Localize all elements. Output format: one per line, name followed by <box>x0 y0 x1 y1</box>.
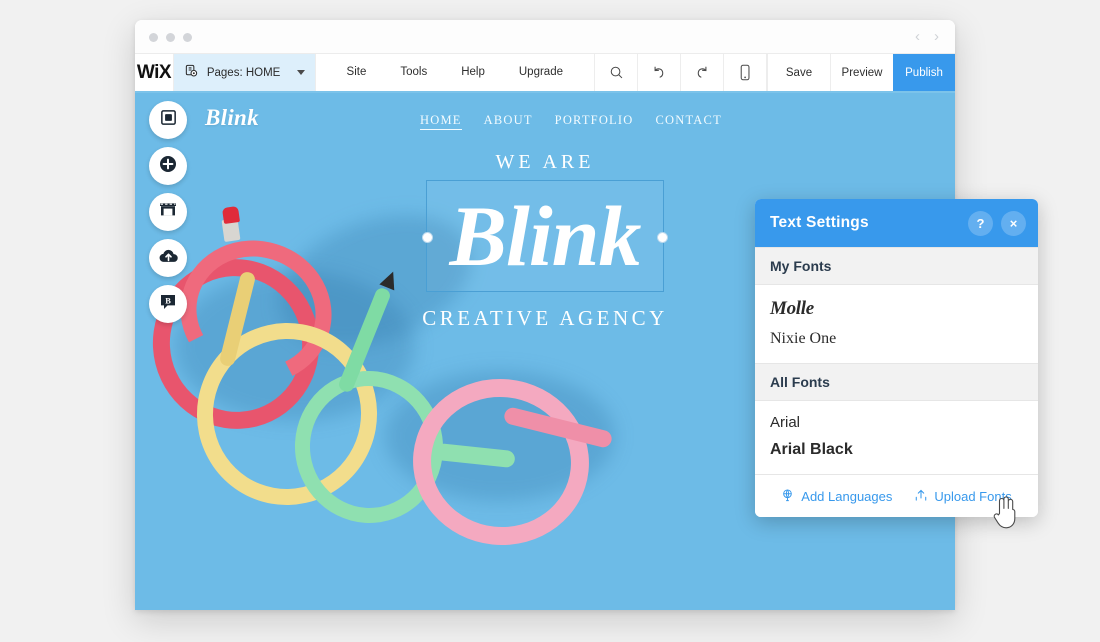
toolbar-menu: Site Tools Help Upgrade <box>316 54 580 91</box>
site-nav-item-contact[interactable]: CONTACT <box>655 113 721 130</box>
sidebar-item-add[interactable] <box>149 147 187 185</box>
menu-item-site[interactable]: Site <box>330 55 384 90</box>
globe-icon <box>781 488 795 505</box>
menu-item-tools[interactable]: Tools <box>383 55 444 90</box>
font-option-arial[interactable]: Arial <box>755 409 1038 436</box>
font-option-molle[interactable]: Molle <box>755 293 1038 325</box>
sidebar-item-background[interactable] <box>149 101 187 139</box>
sidebar-item-store[interactable] <box>149 193 187 231</box>
back-chevron-icon[interactable]: ‹ <box>915 28 920 45</box>
pages-label: Pages: HOME <box>206 66 281 79</box>
screen: ‹ › WiX Pages: HOME Site Tools Help Upgr… <box>0 0 1100 642</box>
add-languages-label: Add Languages <box>801 488 893 504</box>
browser-titlebar: ‹ › <box>135 20 955 54</box>
toolbar-actions: Save Preview Publish <box>767 54 955 91</box>
store-icon <box>158 200 178 224</box>
browser-nav-arrows: ‹ › <box>915 28 939 45</box>
mobile-view-icon[interactable] <box>723 54 767 91</box>
all-fonts-list: Arial Arial Black <box>755 401 1038 474</box>
minimize-window-dot[interactable] <box>166 33 175 42</box>
editor-toolbar: WiX Pages: HOME Site Tools Help Upgrade … <box>135 54 955 93</box>
selected-text-element[interactable]: Blink <box>421 180 669 292</box>
site-nav-item-about[interactable]: ABOUT <box>484 113 533 130</box>
font-option-nixie-one[interactable]: Nixie One <box>755 325 1038 353</box>
site-header: Blink HOME ABOUT PORTFOLIO CONTACT <box>135 93 955 145</box>
site-brand-logo[interactable]: Blink <box>205 105 259 131</box>
my-fonts-list: Molle Nixie One <box>755 285 1038 363</box>
wix-logo-text: WiX <box>136 61 172 83</box>
add-languages-button[interactable]: Add Languages <box>781 488 892 505</box>
site-nav-item-home[interactable]: HOME <box>420 113 462 130</box>
hero-headline[interactable]: Blink <box>428 184 663 288</box>
pages-dropdown[interactable]: Pages: HOME <box>173 54 316 91</box>
publish-button[interactable]: Publish <box>893 54 955 91</box>
resize-handle-right[interactable] <box>657 232 669 243</box>
text-settings-panel: Text Settings ? × My Fonts Molle Nixie O… <box>755 199 1038 517</box>
app-market-icon <box>158 247 179 270</box>
editor-side-rail: B <box>149 101 197 331</box>
preview-button[interactable]: Preview <box>830 54 893 91</box>
sidebar-item-blog[interactable]: B <box>149 285 187 323</box>
upload-icon <box>914 488 928 505</box>
add-icon <box>158 154 178 179</box>
resize-handle-left[interactable] <box>421 232 433 243</box>
search-icon[interactable] <box>594 54 637 91</box>
menu-item-help[interactable]: Help <box>444 55 502 90</box>
blog-icon: B <box>158 292 178 317</box>
site-nav-item-portfolio[interactable]: PORTFOLIO <box>555 113 634 130</box>
chevron-down-icon <box>296 70 305 75</box>
sidebar-item-app-market[interactable] <box>149 239 187 277</box>
undo-icon[interactable] <box>637 54 680 91</box>
redo-icon[interactable] <box>680 54 723 91</box>
hand-pointer-cursor <box>992 493 1018 531</box>
traffic-lights <box>149 33 192 42</box>
menu-item-upgrade[interactable]: Upgrade <box>502 55 580 90</box>
background-icon <box>159 108 178 132</box>
toolbar-icon-group <box>594 54 767 91</box>
hero-eyebrow[interactable]: WE ARE <box>135 151 955 174</box>
section-header-all-fonts: All Fonts <box>755 363 1038 401</box>
help-button[interactable]: ? <box>968 210 993 236</box>
font-option-arial-black[interactable]: Arial Black <box>755 436 1038 464</box>
pages-icon <box>184 64 199 82</box>
forward-chevron-icon[interactable]: › <box>934 28 939 45</box>
panel-title: Text Settings <box>770 214 869 231</box>
svg-text:B: B <box>165 296 171 305</box>
close-window-dot[interactable] <box>149 33 158 42</box>
site-nav: HOME ABOUT PORTFOLIO CONTACT <box>420 113 722 130</box>
section-header-my-fonts: My Fonts <box>755 247 1038 285</box>
save-button[interactable]: Save <box>767 54 830 91</box>
panel-header: Text Settings ? × <box>755 199 1038 247</box>
close-icon[interactable]: × <box>1001 210 1026 236</box>
maximize-window-dot[interactable] <box>183 33 192 42</box>
wix-logo[interactable]: WiX <box>135 54 174 91</box>
